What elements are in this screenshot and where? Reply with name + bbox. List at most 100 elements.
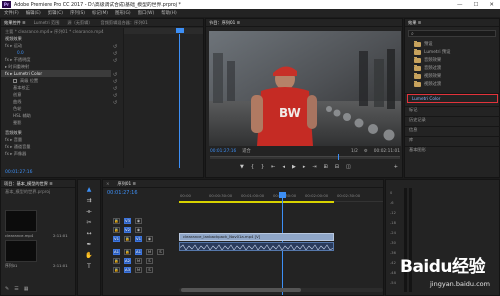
reset-icon[interactable]: ↺ ↺ ↺ ↺ ↺ ↺ ↺ ↺ (113, 44, 121, 107)
tab-project[interactable]: 项目：基本_模型的世界 ≡ (4, 181, 53, 187)
lock-icon[interactable]: 🔒 (113, 217, 120, 224)
lumetri-creative[interactable]: 创意 (1, 91, 111, 98)
solo-icon[interactable]: S (146, 257, 153, 264)
track-select-tool-icon[interactable]: ⇉ (85, 197, 93, 205)
menu-window[interactable]: 窗口(W) (138, 10, 155, 16)
track-a2[interactable]: A2 (124, 257, 131, 264)
tab-effect-controls[interactable]: 效果控件 ≡ (4, 20, 26, 26)
audio-clip[interactable] (179, 242, 334, 251)
timeline-timecode[interactable]: 00:01:27:16 (107, 190, 138, 196)
close-button[interactable]: ✕ (489, 2, 494, 8)
fx-opacity[interactable]: fx ▸ 不透明度 (1, 56, 111, 63)
lift-icon[interactable]: ⊞ (324, 164, 328, 170)
step-forward-icon[interactable]: ▸ (303, 164, 306, 170)
lumetri-hsl[interactable]: HSL 辅助 (1, 112, 111, 119)
track-v1[interactable]: V1 (135, 235, 142, 242)
folder-lumetri-presets[interactable]: Lumetri 预设 (405, 48, 499, 56)
close-tab-icon[interactable]: × (106, 181, 110, 186)
effect-mini-timeline[interactable] (123, 28, 203, 168)
scrollbar-thumb[interactable] (181, 288, 301, 292)
lock-icon[interactable]: 🔒 (124, 248, 131, 255)
program-playhead[interactable] (338, 154, 339, 160)
ripple-edit-tool-icon[interactable]: ⟛ (85, 208, 93, 216)
mark-out-icon[interactable]: { (251, 164, 254, 170)
panel-item-lumetri-color[interactable]: Lumetri Color (407, 94, 498, 103)
tab-program-monitor[interactable]: 节目：序列01 ≡ (209, 20, 240, 26)
clip-thumbnail[interactable] (5, 210, 37, 232)
pen-tool-icon[interactable]: ✒ (85, 241, 93, 249)
eye-icon[interactable]: ◉ (146, 235, 153, 242)
play-icon[interactable]: ▶ (292, 164, 296, 170)
lumetri-color-wheels[interactable]: 色轮 (1, 105, 111, 112)
solo-icon[interactable]: S (157, 248, 164, 255)
panel-item-info[interactable]: 信息 (405, 126, 500, 133)
fx-time-remap[interactable]: ▸ 时间重映射 (1, 63, 111, 70)
work-area-bar[interactable] (179, 201, 334, 203)
lock-icon[interactable]: 🔒 (113, 257, 120, 264)
track-a3[interactable]: A3 (124, 266, 131, 273)
eye-icon[interactable]: ◉ (135, 226, 142, 233)
step-back-icon[interactable]: ◂ (282, 164, 285, 170)
tab-audio-clip-mixer[interactable]: 音频剪辑混合器：序列01 (101, 20, 148, 26)
eye-icon[interactable]: ◉ (135, 217, 142, 224)
quality-dropdown[interactable]: 1/2 (351, 149, 358, 154)
pencil-icon[interactable]: ✎ (5, 286, 9, 292)
mute-icon[interactable]: M (135, 266, 142, 273)
slip-tool-icon[interactable]: ↔ (85, 230, 93, 238)
track-a1[interactable]: A1 (135, 248, 142, 255)
icon-view-icon[interactable]: ▦ (24, 286, 29, 292)
lumetri-curves[interactable]: 曲线 (1, 98, 111, 105)
export-frame-icon[interactable]: ◫ (346, 164, 351, 170)
folder-audio-effects[interactable]: 音频效果 (405, 56, 499, 64)
lumetri-basic[interactable]: 基本校正 (1, 84, 111, 91)
tab-sequence[interactable]: 序列01 ≡ (118, 181, 137, 187)
fx-volume[interactable]: fx ▸ 音量 (1, 136, 111, 143)
lock-icon[interactable]: 🔒 (124, 235, 131, 242)
panel-item-libraries[interactable]: 库 (405, 136, 500, 143)
mini-playhead-cap[interactable] (176, 28, 184, 33)
menu-sequence[interactable]: 序列(S) (70, 10, 85, 16)
tab-lumetri-scopes[interactable]: Lumetri 范围 (34, 20, 60, 26)
program-video-frame[interactable]: BW (209, 31, 401, 146)
extract-icon[interactable]: ⊟ (335, 164, 339, 170)
tab-effects[interactable]: 效果 ≡ (408, 20, 421, 26)
lumetri-vignette[interactable]: 晕影 (1, 119, 111, 126)
fx-panner[interactable]: fx ▸ 声像器 (1, 150, 111, 157)
type-tool-icon[interactable]: T (85, 263, 93, 271)
tab-source[interactable]: 源（无剪辑） (67, 20, 92, 26)
razor-tool-icon[interactable]: ✂ (85, 219, 93, 227)
video-clip[interactable]: clearance_lanbackpack_Nov01a.mp4 [V] (179, 233, 334, 241)
go-to-out-icon[interactable]: ⇥ (312, 164, 316, 170)
timeline-scrollbar[interactable] (179, 288, 383, 292)
selection-tool-icon[interactable]: ▲ (85, 186, 93, 194)
fx-channel-volume[interactable]: fx ▸ 通道音量 (1, 143, 111, 150)
motion-value[interactable]: 0.0 (17, 50, 24, 55)
folder-audio-transitions[interactable]: 音频过渡 (405, 64, 499, 72)
button-editor-icon[interactable]: + (394, 164, 398, 170)
fx-motion[interactable]: fx ▸ 运动 (1, 42, 111, 49)
folder-presets[interactable]: 预设 (405, 40, 499, 48)
minimize-button[interactable]: — (457, 2, 463, 8)
mark-in-icon[interactable]: ▼ (240, 164, 244, 170)
menu-edit[interactable]: 编辑(E) (26, 10, 41, 16)
panel-item-markers[interactable]: 标记 (405, 106, 500, 113)
mute-icon[interactable]: M (146, 248, 153, 255)
source-patch-v1[interactable]: V1 (113, 235, 120, 242)
menu-file[interactable]: 文件(F) (4, 10, 19, 16)
menu-marker[interactable]: 标记(M) (92, 10, 108, 16)
track-v3[interactable]: V3 (124, 217, 131, 224)
program-current-timecode[interactable]: 00:01:27:16 (210, 149, 236, 154)
folder-video-effects[interactable]: 视频效果 (405, 72, 499, 80)
folder-video-transitions[interactable]: 视频过渡 (405, 80, 499, 88)
wrench-icon[interactable]: ⚙ (364, 149, 368, 154)
panel-item-essential-graphics[interactable]: 基本图形 (405, 146, 500, 153)
fit-dropdown[interactable]: 适合 (242, 148, 251, 154)
mute-icon[interactable]: M (135, 257, 142, 264)
solo-icon[interactable]: S (146, 266, 153, 273)
fx-lumetri-color[interactable]: fx ▸ Lumetri Color (1, 70, 111, 77)
go-to-in-point-icon[interactable]: ⇤ (271, 164, 275, 170)
hand-tool-icon[interactable]: ✋ (85, 252, 93, 260)
maximize-button[interactable]: ☐ (473, 2, 478, 8)
source-patch-a1[interactable]: A1 (113, 248, 120, 255)
go-to-in-icon[interactable]: } (261, 164, 264, 170)
